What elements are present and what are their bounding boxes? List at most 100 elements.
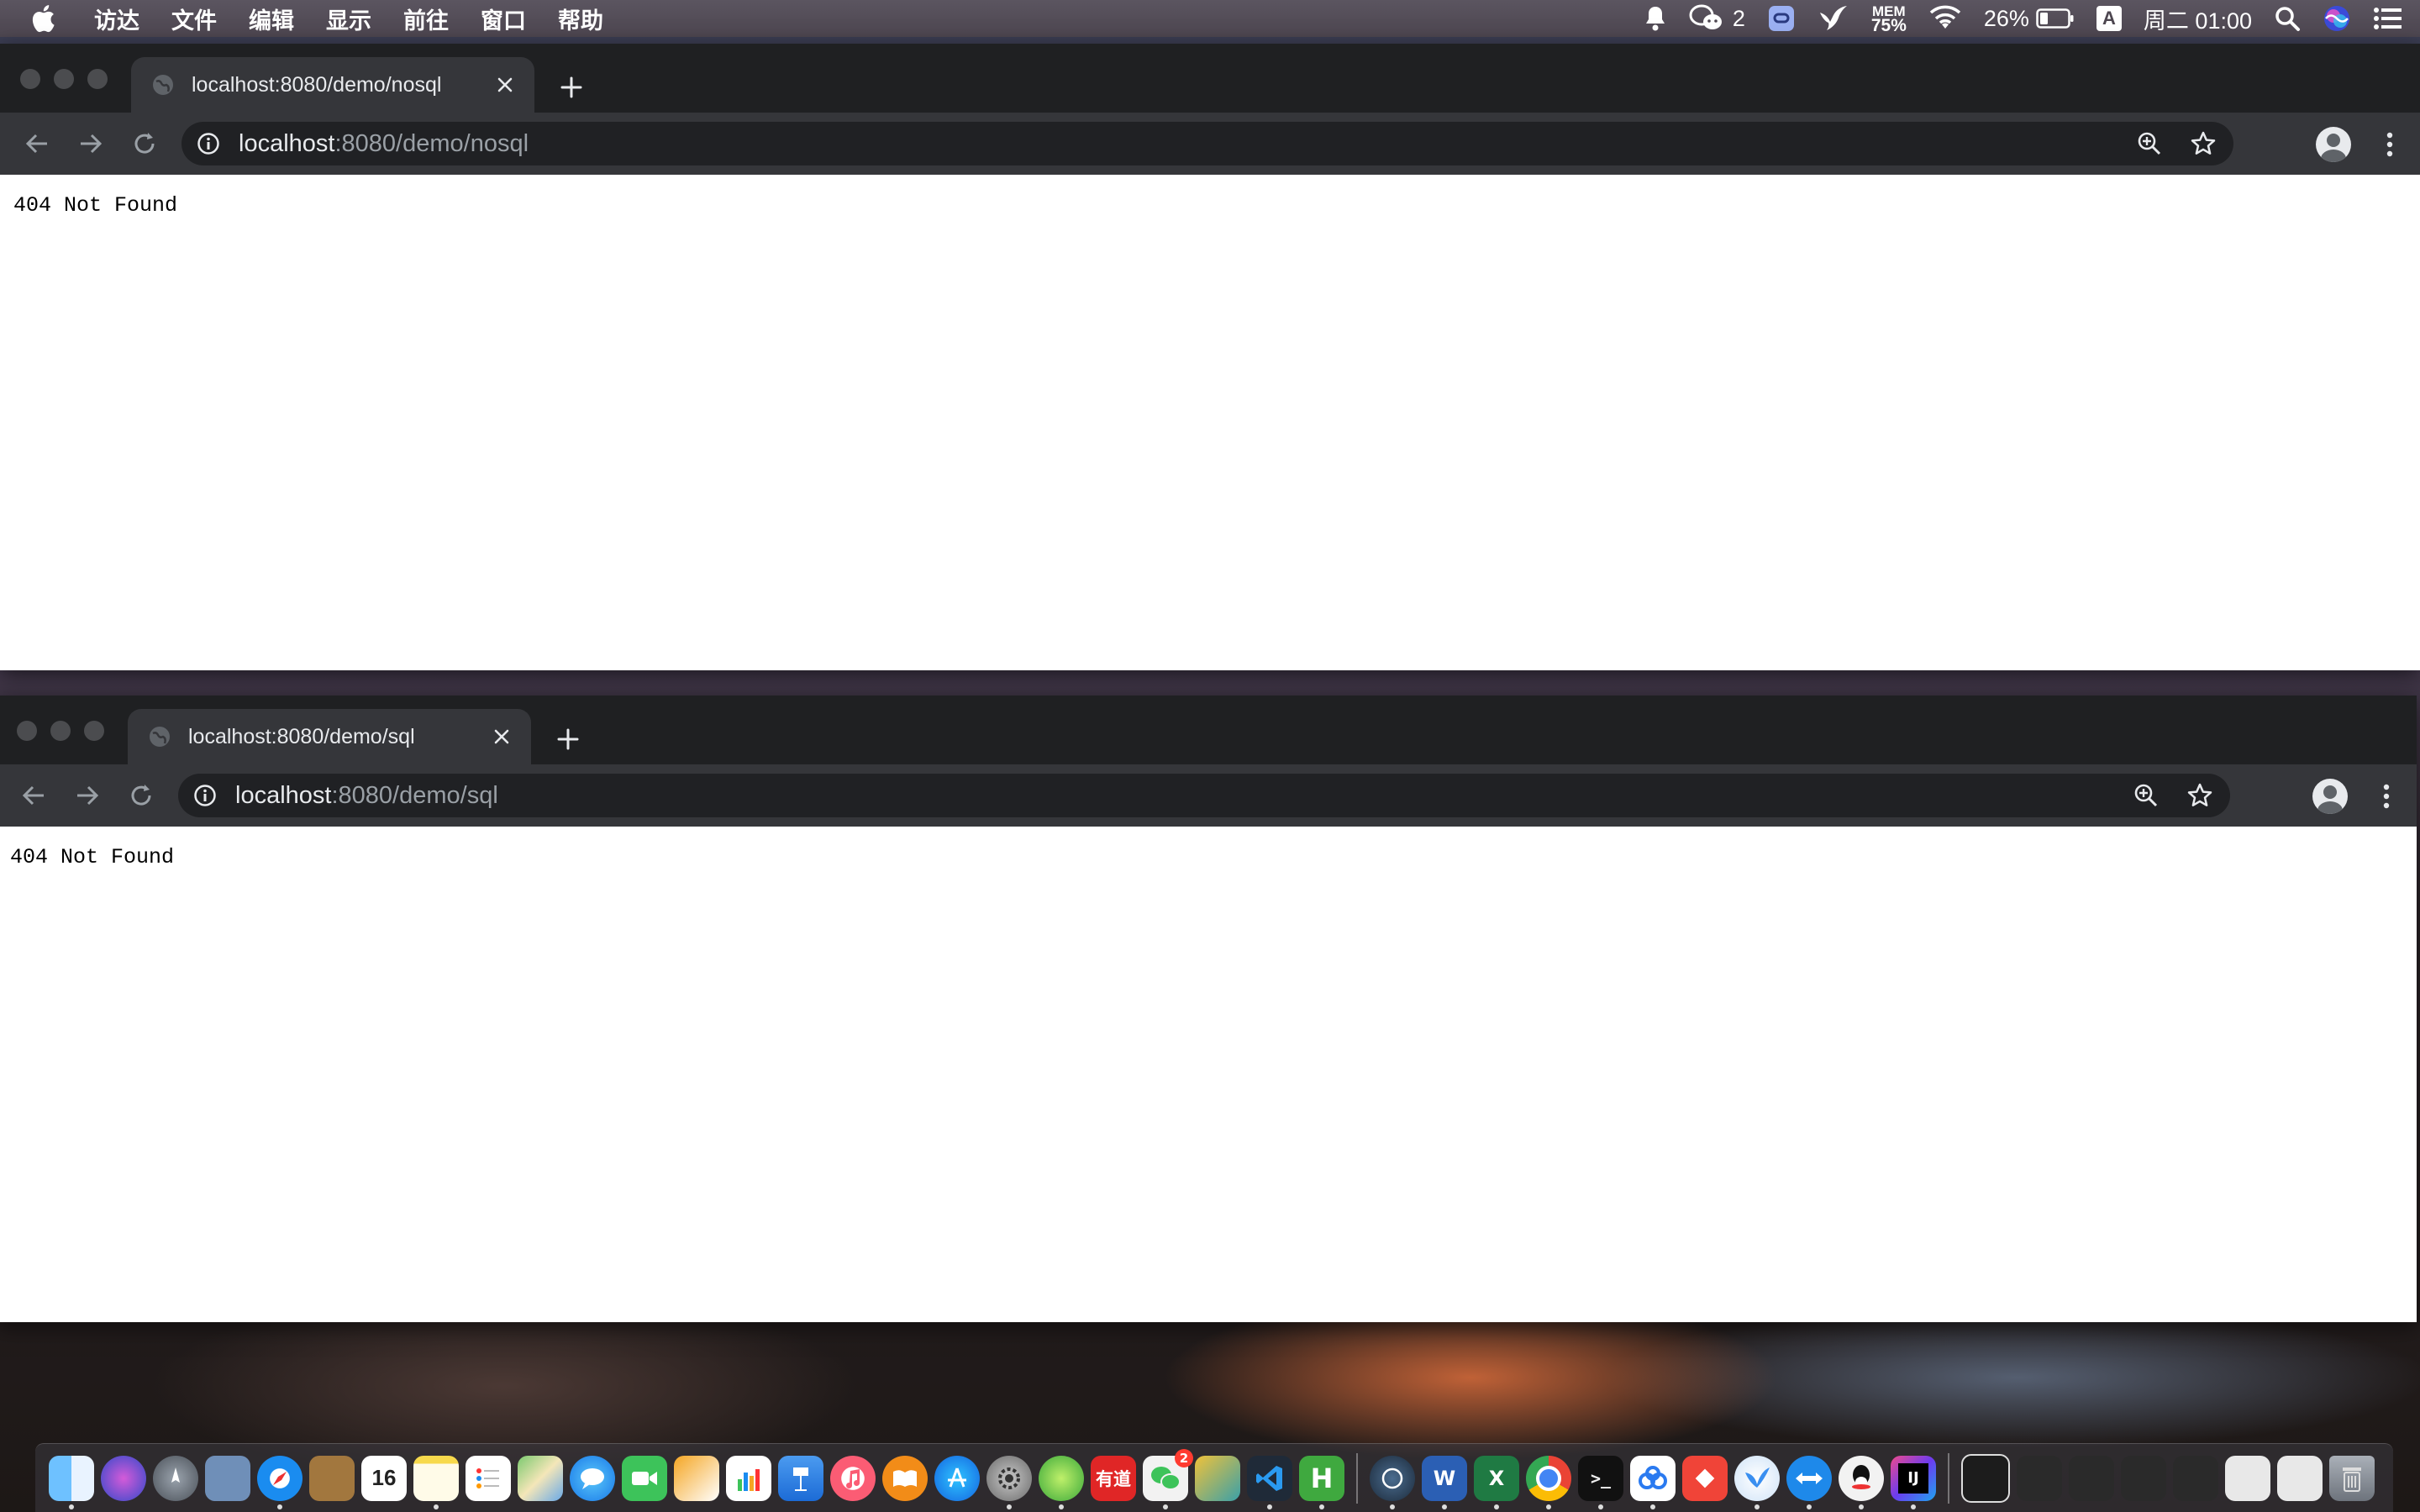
tab-sql[interactable]: localhost:8080/demo/sql [128, 709, 531, 764]
git-tool-icon[interactable] [1682, 1455, 1728, 1501]
hbuilder-icon[interactable]: H [1299, 1455, 1344, 1509]
facetime-icon[interactable] [622, 1455, 667, 1501]
terminal-icon[interactable]: >_ [1578, 1455, 1623, 1509]
baidu-netdisk-icon[interactable] [1630, 1455, 1676, 1509]
minimized-window-4[interactable] [2121, 1455, 2166, 1501]
network-app-icon[interactable] [1370, 1455, 1415, 1509]
back-arrow-icon[interactable] [20, 127, 54, 160]
new-tab-icon[interactable] [556, 72, 587, 102]
address-bar[interactable]: localhost:8080/demo/nosql [182, 122, 2233, 165]
wechat-icon[interactable]: 2 [1143, 1448, 1193, 1509]
browser-toolbar: localhost:8080/demo/sql [0, 764, 2417, 827]
preview-icon[interactable] [205, 1455, 250, 1501]
menu-edit[interactable]: 编辑 [249, 3, 294, 35]
app-store-icon[interactable] [934, 1455, 980, 1501]
tab-strip: localhost:8080/demo/sql [0, 696, 2417, 764]
memory-usage[interactable]: MEM 75% [1871, 3, 1907, 34]
new-tab-icon[interactable] [553, 724, 583, 754]
mail-bird-icon[interactable] [1734, 1455, 1780, 1509]
menu-file[interactable]: 文件 [171, 3, 217, 35]
profile-avatar[interactable] [2316, 127, 2351, 162]
qq-icon[interactable] [1839, 1455, 1884, 1509]
minimized-window-1[interactable] [1961, 1453, 2010, 1503]
keynote-icon[interactable] [778, 1455, 823, 1501]
more-menu-icon[interactable] [2373, 128, 2407, 161]
notebook-icon[interactable] [309, 1455, 355, 1501]
itunes-icon[interactable] [830, 1455, 876, 1501]
minimized-window-7[interactable] [2277, 1455, 2323, 1501]
browser-window-sql: localhost:8080/demo/sql localhost:8080/d… [0, 696, 2417, 1322]
excel-icon[interactable]: X [1474, 1455, 1519, 1509]
close-window-button[interactable] [20, 69, 40, 89]
input-method-icon[interactable]: A [2096, 3, 2122, 34]
zoom-icon[interactable] [2129, 779, 2163, 812]
intellij-icon[interactable]: IJ [1891, 1455, 1936, 1509]
menu-finder[interactable]: 访达 [94, 3, 139, 35]
siri-icon[interactable] [101, 1455, 146, 1501]
back-arrow-icon[interactable] [17, 779, 50, 812]
books-icon[interactable] [882, 1455, 928, 1501]
close-tab-icon[interactable] [492, 72, 518, 97]
reload-icon[interactable] [124, 779, 158, 812]
url-text[interactable]: localhost:8080/demo/sql [235, 782, 2109, 810]
more-menu-icon[interactable] [2370, 780, 2403, 813]
messages-icon[interactable] [570, 1455, 615, 1501]
reminders-icon[interactable] [466, 1455, 511, 1501]
menu-window[interactable]: 窗口 [481, 3, 526, 35]
finder-icon[interactable] [49, 1455, 94, 1509]
zoom-window-button[interactable] [87, 69, 108, 89]
maps-icon[interactable] [518, 1455, 563, 1501]
notes-icon[interactable] [413, 1455, 459, 1509]
menubar-clock[interactable]: 周二 01:00 [2144, 3, 2252, 35]
reload-icon[interactable] [128, 127, 161, 160]
menu-help[interactable]: 帮助 [558, 3, 603, 35]
close-window-button[interactable] [17, 721, 37, 741]
url-text[interactable]: localhost:8080/demo/nosql [239, 130, 2112, 158]
globe-icon [150, 727, 170, 747]
trash-icon[interactable] [2329, 1455, 2375, 1501]
notification-bell-icon[interactable] [1644, 3, 1667, 34]
zoom-icon[interactable] [2133, 127, 2166, 160]
wechat-status-icon[interactable]: 2 [1689, 3, 1745, 34]
word-icon[interactable]: W [1422, 1455, 1467, 1509]
minimize-window-button[interactable] [54, 69, 74, 89]
close-tab-icon[interactable] [489, 724, 514, 749]
safari-icon[interactable] [257, 1455, 302, 1509]
zoom-window-button[interactable] [84, 721, 104, 741]
battery-status[interactable]: 26% [1984, 3, 2075, 34]
siri-icon[interactable] [2323, 3, 2351, 34]
bookmark-star-icon[interactable] [2183, 779, 2217, 812]
chrome-icon[interactable] [1526, 1455, 1571, 1509]
forward-arrow-icon[interactable] [71, 779, 104, 812]
minimized-window-6[interactable] [2225, 1455, 2270, 1501]
site-info-icon[interactable] [197, 131, 222, 156]
evernote-like-icon[interactable] [1039, 1455, 1084, 1509]
minimize-window-button[interactable] [50, 721, 71, 741]
menu-go[interactable]: 前往 [403, 3, 449, 35]
minimized-window-3[interactable] [2069, 1455, 2114, 1501]
numbers-icon[interactable] [726, 1455, 771, 1501]
bird-status-icon[interactable] [1818, 3, 1849, 34]
calendar-icon[interactable]: 16 [361, 1455, 407, 1501]
pages-icon[interactable] [674, 1455, 719, 1501]
minimized-window-2[interactable] [2017, 1455, 2062, 1501]
address-bar[interactable]: localhost:8080/demo/sql [178, 774, 2230, 817]
profile-avatar[interactable] [2312, 779, 2348, 814]
spotlight-search-icon[interactable] [2274, 3, 2301, 34]
forward-arrow-icon[interactable] [74, 127, 108, 160]
sketch-tool-icon[interactable] [1195, 1455, 1240, 1501]
teamviewer-icon[interactable] [1786, 1455, 1832, 1509]
app-status-icon[interactable] [1767, 3, 1796, 34]
apple-menu-icon[interactable] [30, 3, 57, 34]
notification-center-icon[interactable] [2373, 3, 2403, 34]
launchpad-icon[interactable] [153, 1455, 198, 1501]
tab-nosql[interactable]: localhost:8080/demo/nosql [131, 57, 534, 113]
bookmark-star-icon[interactable] [2186, 127, 2220, 160]
youdao-icon[interactable]: 有道 [1091, 1455, 1136, 1501]
site-info-icon[interactable] [193, 783, 218, 808]
system-preferences-icon[interactable] [986, 1455, 1032, 1509]
minimized-window-5[interactable] [2173, 1455, 2218, 1501]
vscode-icon[interactable] [1247, 1455, 1292, 1509]
wifi-icon[interactable] [1928, 3, 1962, 34]
menu-view[interactable]: 显示 [326, 3, 371, 35]
